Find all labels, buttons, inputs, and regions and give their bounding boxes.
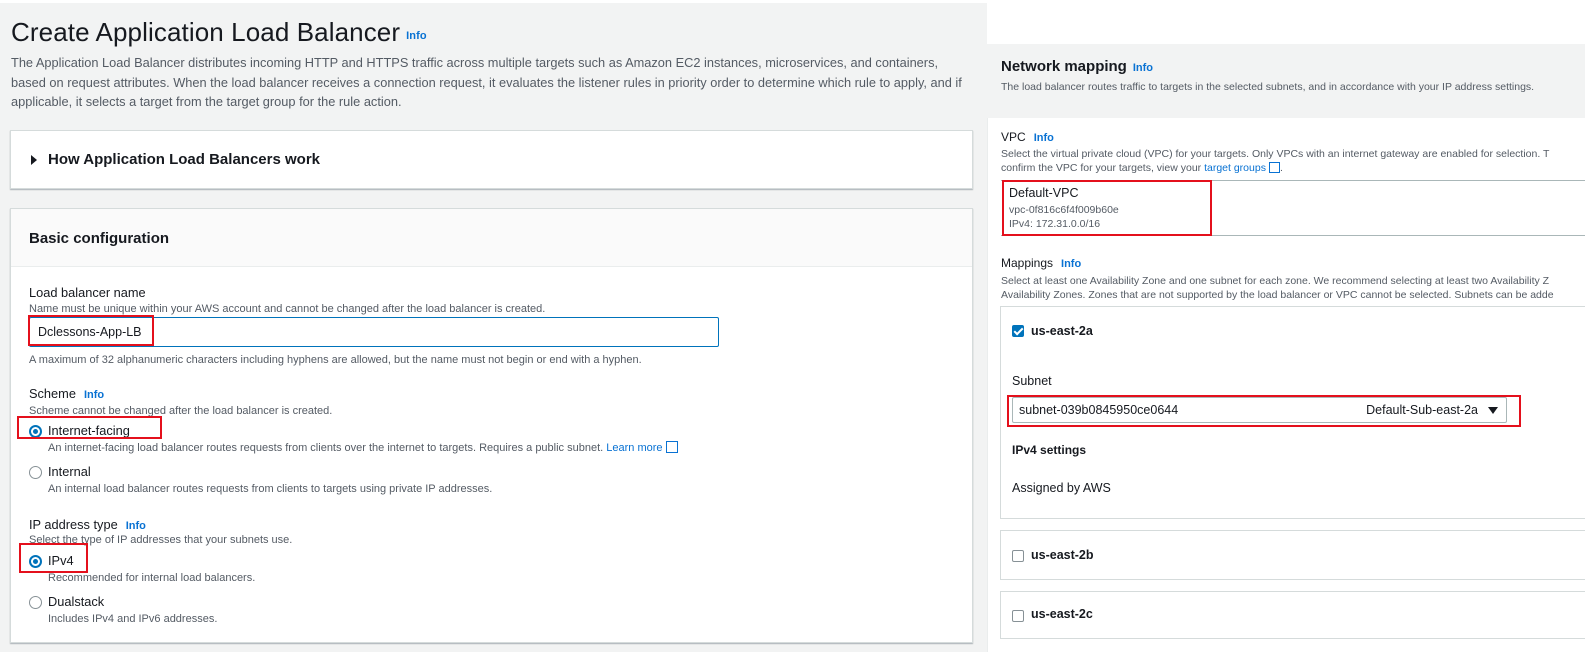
mappings-info-link[interactable]: Info: [1061, 258, 1081, 270]
how-it-works-expander[interactable]: How Application Load Balancers work: [10, 130, 973, 189]
vpc-name: Default-VPC: [1009, 186, 1079, 200]
lb-name-input[interactable]: [29, 317, 719, 347]
scheme-label: Scheme Info: [29, 386, 104, 401]
mappings-label-text: Mappings: [1001, 256, 1054, 270]
vpc-info-link[interactable]: Info: [1034, 132, 1054, 144]
network-mapping-header: Network mapping Info The load balancer ro…: [987, 44, 1585, 118]
scheme-internet-facing-label[interactable]: Internet-facing: [48, 423, 130, 438]
ip-type-info-link[interactable]: Info: [126, 520, 146, 532]
scheme-internal-label[interactable]: Internal: [48, 464, 91, 479]
mappings-description-line1: Select at least one Availability Zone an…: [1001, 275, 1550, 287]
scheme-label-text: Scheme: [29, 386, 76, 401]
learn-more-link[interactable]: Learn more: [606, 442, 662, 454]
page-title-info-link[interactable]: Info: [406, 30, 427, 42]
network-mapping-info-link[interactable]: Info: [1133, 62, 1153, 74]
az-us-east-2a-checkbox[interactable]: [1012, 325, 1024, 337]
dropdown-caret-icon: [1488, 407, 1498, 414]
az-us-east-2c-checkbox[interactable]: [1012, 610, 1024, 622]
external-link-icon[interactable]: [665, 441, 678, 454]
mappings-description-line2: Availability Zones. Zones that are not s…: [1001, 289, 1554, 301]
external-link-icon[interactable]: [1268, 161, 1280, 173]
ip-type-label-text: IP address type: [29, 517, 118, 532]
subnet-select[interactable]: subnet-039b0845950ce0644 Default-Sub-eas…: [1012, 397, 1507, 423]
page-intro: The Application Load Balancer distribute…: [11, 55, 962, 109]
ip-type-dualstack-description: Includes IPv4 and IPv6 addresses.: [48, 613, 218, 625]
page-title-text: Create Application Load Balancer: [11, 17, 401, 47]
vpc-desc-prefix: confirm the VPC for your targets, view y…: [1001, 162, 1205, 174]
subnet-id: subnet-039b0845950ce0644: [1019, 403, 1179, 417]
scheme-internet-facing-radio[interactable]: [29, 425, 42, 438]
network-mapping-description: The load balancer routes traffic to targ…: [1001, 81, 1535, 93]
basic-configuration-title: Basic configuration: [29, 230, 170, 247]
scheme-internal-description: An internal load balancer routes request…: [48, 483, 493, 495]
ip-type-label: IP address type Info: [29, 517, 146, 532]
vpc-id: vpc-0f816c6f4f009b60e: [1009, 204, 1119, 216]
ip-type-ipv4-radio[interactable]: [29, 555, 42, 568]
subnet-label: Subnet: [1012, 374, 1052, 388]
scheme-internal-radio[interactable]: [29, 466, 42, 479]
vpc-cidr: IPv4: 172.31.0.0/16: [1009, 218, 1101, 230]
lb-name-hint: A maximum of 32 alphanumeric characters …: [29, 354, 642, 366]
scheme-description: Scheme cannot be changed after the load …: [29, 405, 333, 417]
az-card-us-east-2c: us-east-2c: [1000, 591, 1585, 639]
ip-type-ipv4-description: Recommended for internal load balancers.: [48, 572, 256, 584]
network-mapping-title: Network mapping Info: [1001, 58, 1153, 75]
subnet-name: Default-Sub-east-2a: [1366, 403, 1478, 417]
ipv4-assigned-value: Assigned by AWS: [1012, 481, 1111, 495]
az-card-us-east-2a: us-east-2a Subnet subnet-039b0845950ce06…: [1000, 306, 1585, 519]
vpc-description-line1: Select the virtual private cloud (VPC) f…: [1001, 148, 1550, 160]
ipv4-settings-label: IPv4 settings: [1012, 443, 1087, 457]
vpc-label: VPC Info: [1001, 130, 1054, 144]
ip-type-dualstack-radio[interactable]: [29, 596, 42, 609]
az-us-east-2b-checkbox[interactable]: [1012, 550, 1024, 562]
az-us-east-2a-label[interactable]: us-east-2a: [1031, 324, 1093, 338]
az-us-east-2b-label[interactable]: us-east-2b: [1031, 548, 1094, 562]
scheme-internet-facing-description: An internet-facing load balancer routes …: [48, 441, 678, 454]
page-title: Create Application Load Balancer Info: [11, 17, 427, 48]
how-it-works-label: How Application Load Balancers work: [48, 151, 320, 168]
az-card-us-east-2b: us-east-2b: [1000, 530, 1585, 580]
internet-facing-desc-text: An internet-facing load balancer routes …: [48, 442, 604, 454]
network-mapping-panel: Network mapping Info The load balancer ro…: [987, 0, 1585, 652]
lb-name-description: Name must be unique within your AWS acco…: [29, 303, 546, 315]
mappings-label: Mappings Info: [1001, 256, 1081, 270]
network-mapping-title-text: Network mapping: [1001, 58, 1127, 75]
vpc-label-text: VPC: [1001, 130, 1026, 144]
ip-type-description: Select the type of IP addresses that you…: [29, 534, 293, 546]
scheme-info-link[interactable]: Info: [84, 389, 104, 401]
basic-configuration-card: Basic configuration Load balancer name N…: [10, 208, 973, 643]
lb-name-label: Load balancer name: [29, 285, 146, 300]
caret-right-icon: [31, 155, 37, 165]
vpc-description-line2: confirm the VPC for your targets, view y…: [1001, 161, 1283, 174]
ip-type-dualstack-label[interactable]: Dualstack: [48, 594, 104, 609]
target-groups-link[interactable]: target groups: [1204, 162, 1266, 174]
ip-type-ipv4-label[interactable]: IPv4: [48, 553, 74, 568]
create-alb-panel: Create Application Load Balancer Info The…: [0, 3, 987, 652]
az-us-east-2c-label[interactable]: us-east-2c: [1031, 607, 1093, 621]
basic-configuration-header: Basic configuration: [11, 209, 972, 267]
